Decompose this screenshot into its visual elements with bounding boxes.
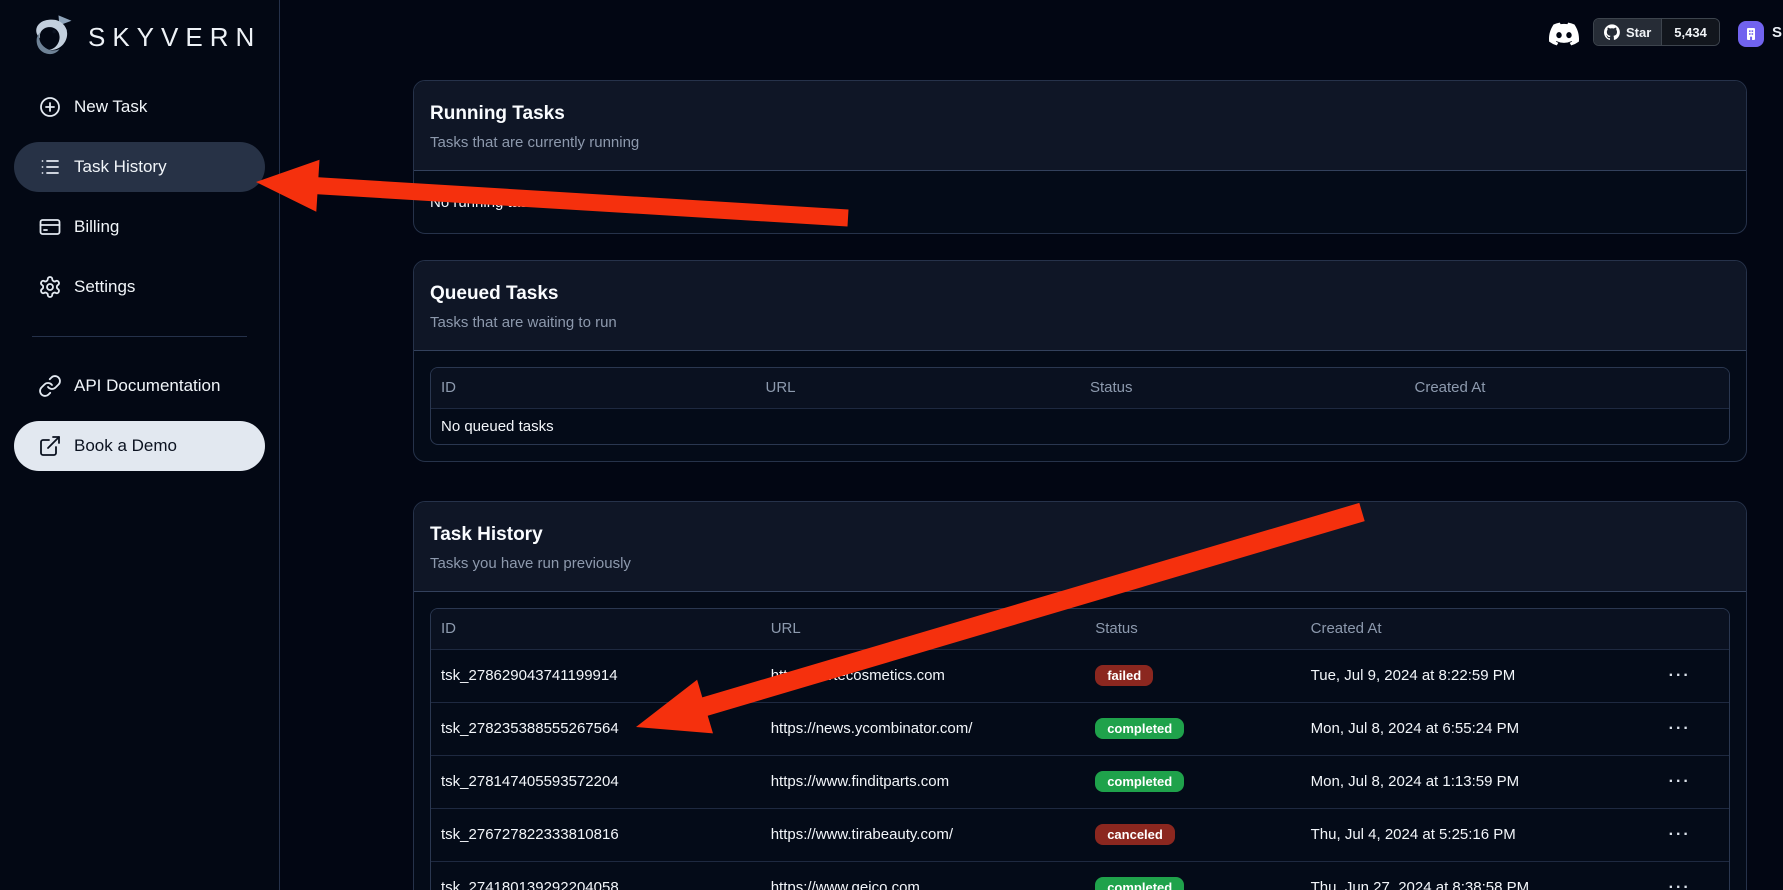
task-url-cell: https://tartecosmetics.com xyxy=(761,649,1086,702)
task-id-cell: tsk_278235388555267564 xyxy=(431,702,761,755)
task-created-at-cell: Thu, Jul 4, 2024 at 5:25:16 PM xyxy=(1301,808,1631,861)
sidebar-divider xyxy=(32,336,247,337)
row-actions-ellipsis-button[interactable]: ··· xyxy=(1630,861,1729,890)
queued-tasks-empty-state: No queued tasks xyxy=(431,408,1729,444)
task-id-cell: tsk_278147405593572204 xyxy=(431,755,761,808)
card-title: Running Tasks xyxy=(430,103,1730,125)
table-header-row: IDURLStatusCreated At xyxy=(431,368,1729,408)
card-body: IDURLStatusCreated At No queued tasks xyxy=(414,351,1746,461)
sidebar-item-label: Book a Demo xyxy=(74,436,177,456)
sidebar-item-billing[interactable]: Billing xyxy=(14,202,265,252)
task-history-table: IDURLStatusCreated At tsk_27862904374119… xyxy=(430,608,1730,890)
running-tasks-empty-state: No running tasks xyxy=(414,171,1746,233)
sidebar-item-label: New Task xyxy=(74,97,147,117)
running-tasks-card: Running Tasks Tasks that are currently r… xyxy=(413,80,1747,234)
card-subtitle: Tasks that are currently running xyxy=(430,134,1730,152)
card-title: Task History xyxy=(430,524,1730,546)
task-history-card: Task History Tasks you have run previous… xyxy=(413,501,1747,890)
table-row[interactable]: tsk_278629043741199914https://tartecosme… xyxy=(431,649,1729,702)
link-icon xyxy=(38,374,62,398)
sidebar-item-settings[interactable]: Settings xyxy=(14,262,265,312)
task-status-cell: failed xyxy=(1085,649,1300,702)
column-header: Created At xyxy=(1405,368,1730,408)
task-status-cell: completed xyxy=(1085,702,1300,755)
sidebar-item-api-documentation[interactable]: API Documentation xyxy=(14,361,265,411)
card-body: IDURLStatusCreated At tsk_27862904374119… xyxy=(414,592,1746,890)
task-id-cell: tsk_274180139292204058 xyxy=(431,861,761,890)
task-url-cell: https://www.finditparts.com xyxy=(761,755,1086,808)
sidebar-nav: New Task Task History Billing Settings xyxy=(0,82,279,471)
card-subtitle: Tasks that are waiting to run xyxy=(430,314,1730,332)
card-subtitle: Tasks you have run previously xyxy=(430,555,1730,573)
credit-card-icon xyxy=(38,215,62,239)
column-header: Status xyxy=(1085,609,1300,649)
task-status-cell: completed xyxy=(1085,861,1300,890)
gear-icon xyxy=(38,275,62,299)
status-badge: canceled xyxy=(1095,824,1175,845)
sidebar-item-label: Billing xyxy=(74,217,119,237)
column-header: Created At xyxy=(1301,609,1631,649)
column-header: ID xyxy=(431,368,756,408)
task-created-at-cell: Thu, Jun 27, 2024 at 8:38:58 PM xyxy=(1301,861,1631,890)
queued-tasks-table: IDURLStatusCreated At No queued tasks xyxy=(430,367,1730,445)
status-badge: completed xyxy=(1095,771,1184,792)
task-url-cell: https://www.geico.com xyxy=(761,861,1086,890)
row-actions-ellipsis-button[interactable]: ··· xyxy=(1630,649,1729,702)
sidebar-item-label: Task History xyxy=(74,157,167,177)
task-id-cell: tsk_276727822333810816 xyxy=(431,808,761,861)
sidebar-item-new-task[interactable]: New Task xyxy=(14,82,265,132)
main-content: Running Tasks Tasks that are currently r… xyxy=(413,0,1747,890)
table-row[interactable]: tsk_276727822333810816https://www.tirabe… xyxy=(431,808,1729,861)
task-created-at-cell: Tue, Jul 9, 2024 at 8:22:59 PM xyxy=(1301,649,1631,702)
sidebar-item-task-history[interactable]: Task History xyxy=(14,142,265,192)
column-header: URL xyxy=(761,609,1086,649)
table-row[interactable]: tsk_278147405593572204https://www.findit… xyxy=(431,755,1729,808)
column-header xyxy=(1630,609,1729,649)
status-badge: completed xyxy=(1095,718,1184,739)
task-created-at-cell: Mon, Jul 8, 2024 at 6:55:24 PM xyxy=(1301,702,1631,755)
task-id-cell: tsk_278629043741199914 xyxy=(431,649,761,702)
circle-plus-icon xyxy=(38,95,62,119)
external-link-icon xyxy=(38,434,62,458)
row-actions-ellipsis-button[interactable]: ··· xyxy=(1630,755,1729,808)
user-name-partial: Sk xyxy=(1772,24,1783,41)
table-row-empty: No queued tasks xyxy=(431,408,1729,444)
task-status-cell: completed xyxy=(1085,755,1300,808)
row-actions-ellipsis-button[interactable]: ··· xyxy=(1630,808,1729,861)
queued-tasks-card: Queued Tasks Tasks that are waiting to r… xyxy=(413,260,1747,462)
card-header: Queued Tasks Tasks that are waiting to r… xyxy=(414,261,1746,351)
table-header-row: IDURLStatusCreated At xyxy=(431,609,1729,649)
status-badge: completed xyxy=(1095,877,1184,890)
task-created-at-cell: Mon, Jul 8, 2024 at 1:13:59 PM xyxy=(1301,755,1631,808)
column-header: URL xyxy=(756,368,1081,408)
sidebar-item-label: API Documentation xyxy=(74,376,220,396)
sidebar-item-label: Settings xyxy=(74,277,135,297)
column-header: ID xyxy=(431,609,761,649)
list-icon xyxy=(38,155,62,179)
task-url-cell: https://news.ycombinator.com/ xyxy=(761,702,1086,755)
book-a-demo-button[interactable]: Book a Demo xyxy=(14,421,265,471)
task-url-cell: https://www.tirabeauty.com/ xyxy=(761,808,1086,861)
status-badge: failed xyxy=(1095,665,1153,686)
card-title: Queued Tasks xyxy=(430,283,1730,305)
table-row[interactable]: tsk_278235388555267564https://news.ycomb… xyxy=(431,702,1729,755)
sidebar: SKYVERN New Task Task History Billing xyxy=(0,0,280,890)
card-header: Task History Tasks you have run previous… xyxy=(414,502,1746,592)
card-header: Running Tasks Tasks that are currently r… xyxy=(414,81,1746,171)
task-status-cell: canceled xyxy=(1085,808,1300,861)
skyvern-app: { "brand": { "name": "SKYVERN" }, "sideb… xyxy=(0,0,1783,890)
table-row[interactable]: tsk_274180139292204058https://www.geico.… xyxy=(431,861,1729,890)
column-header: Status xyxy=(1080,368,1405,408)
row-actions-ellipsis-button[interactable]: ··· xyxy=(1630,702,1729,755)
